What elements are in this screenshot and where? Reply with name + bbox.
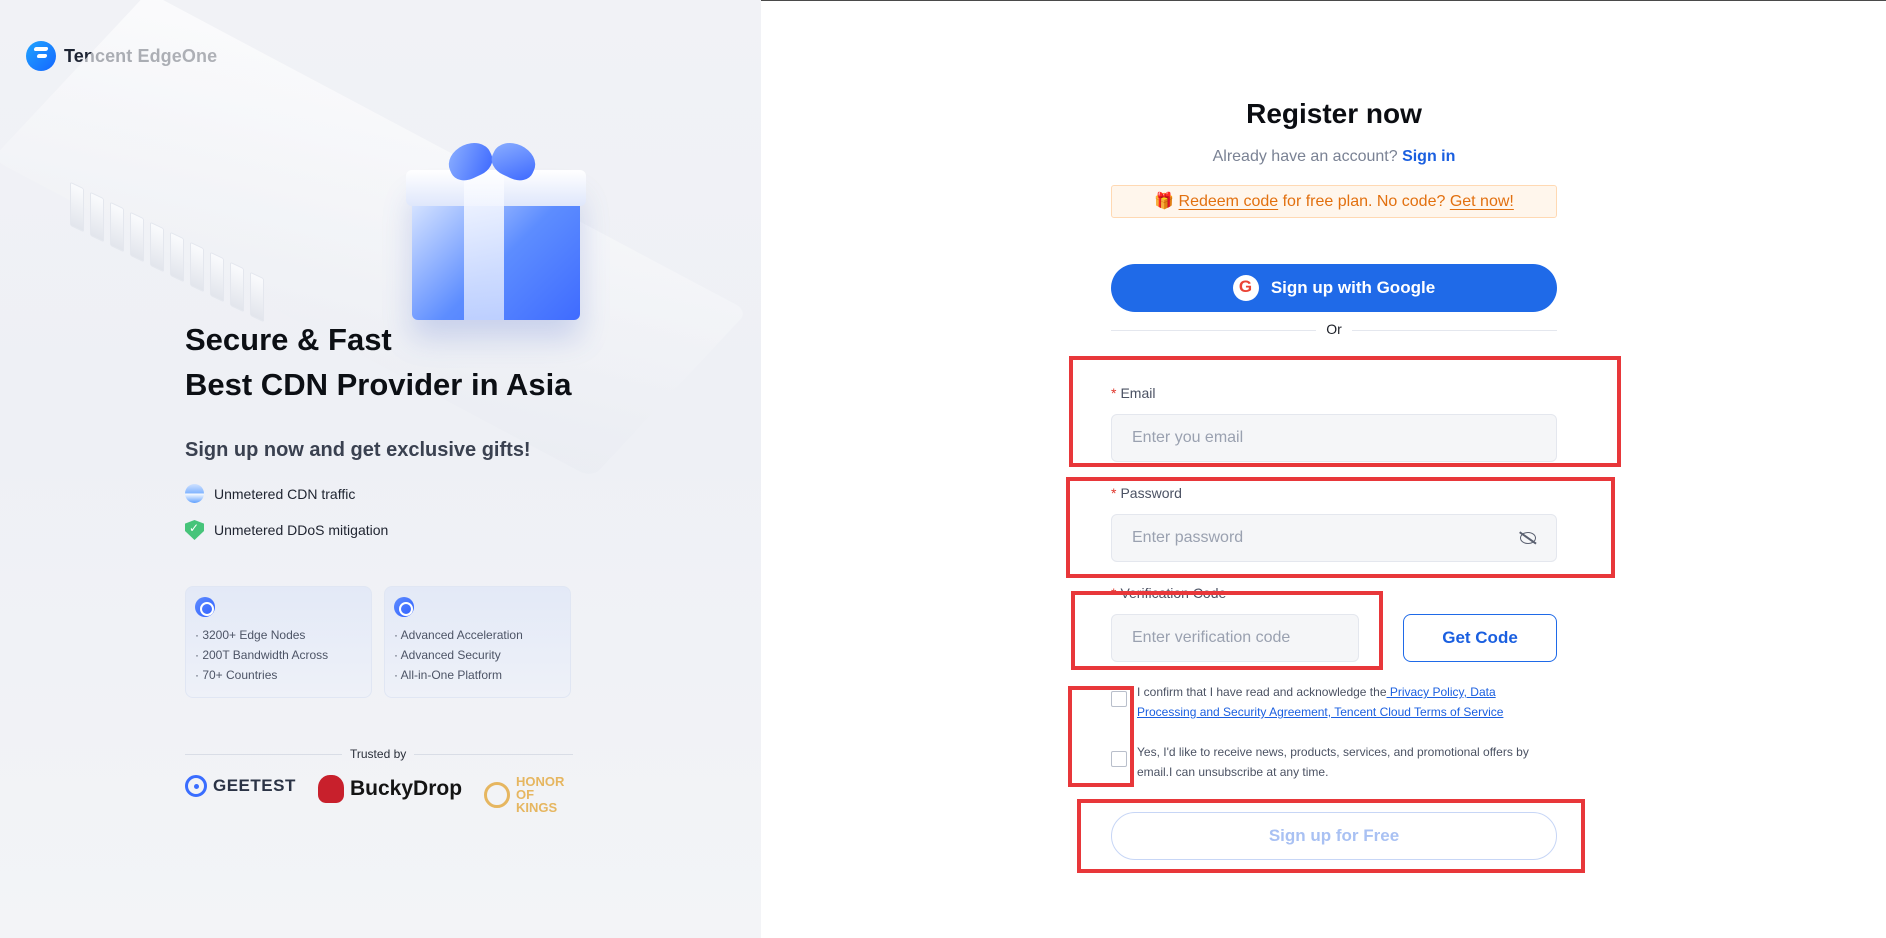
google-signup-label: Sign up with Google [1270,278,1436,297]
page-title: Register now [1246,98,1422,129]
promo-panel: Tencent EdgeOne Secure & Fast [0,0,761,938]
redeem-code-link[interactable]: Redeem code [1179,193,1279,210]
geetest-logo: GEETEST [185,775,296,797]
buckydrop-logo-text: BuckyDrop [350,777,463,800]
page-root: Tencent EdgeOne Secure & Fast [0,0,1886,938]
terms-consent-row: I confirm that I have read and acknowled… [1111,682,1557,722]
settings-gear-icon [394,597,414,617]
email-label: * Email [1111,385,1155,401]
get-now-link[interactable]: Get now! [1450,193,1514,210]
required-asterisk: * [1111,485,1117,501]
get-code-button[interactable]: Get Code [1403,614,1557,662]
feature-item-ddos: Unmetered DDoS mitigation [185,520,388,540]
terms-consent-prefix: I confirm that I have read and acknowled… [1137,685,1387,699]
card-line: · Advanced Security [394,648,501,662]
decorative-bar [250,271,264,323]
verification-code-box [1111,614,1359,662]
decorative-bar [230,261,244,313]
required-asterisk: * [1111,585,1117,601]
already-account-text: Already have an account? [1212,148,1398,165]
email-field[interactable] [1132,429,1536,447]
google-signup-button[interactable]: Sign up with Google [1111,264,1557,312]
password-field[interactable] [1132,529,1520,547]
feature-label: Unmetered DDoS mitigation [214,522,389,538]
honor-of-kings-logo: HONOR OF KINGS [484,775,570,814]
info-card-network: · 3200+ Edge Nodes · 200T Bandwidth Acro… [185,586,372,698]
marketing-consent-text: Yes, I'd like to receive news, products,… [1137,745,1529,779]
or-label: Or [1316,321,1352,337]
gift-icon: 🎁 [1154,193,1175,210]
redeem-text: for free plan. No code? [1278,193,1450,210]
geetest-logo-text: GEETEST [213,776,296,795]
terms-consent-text: I confirm that I have read and acknowled… [1137,682,1557,722]
card-line: · 3200+ Edge Nodes [195,628,306,642]
password-field-box [1111,514,1557,562]
verification-code-label: * Verification Code [1111,585,1226,601]
hero-subtitle: Sign up now and get exclusive gifts! [185,439,531,461]
card-line: · All-in-One Platform [394,668,503,682]
gift-ribbon [464,170,504,320]
hero-title: Secure & Fast Best CDN Provider in Asia [185,317,571,407]
email-field-box [1111,414,1557,462]
card-line: · 70+ Countries [195,668,278,682]
decorative-bar [170,231,184,283]
google-icon [1232,275,1259,301]
verification-code-field[interactable] [1132,629,1338,647]
decorative-bar [90,191,104,243]
gift-bow-icon [442,136,542,188]
cdn-traffic-icon [185,484,204,503]
verification-code-label-text: Verification Code [1120,585,1227,601]
password-label-text: Password [1120,485,1182,501]
terms-checkbox[interactable] [1111,691,1127,707]
honor-of-kings-logo-icon [484,781,510,808]
edgeone-logo-icon [26,41,56,71]
decorative-bar [130,211,144,263]
already-account-line: Already have an account? Sign in [1111,148,1557,166]
trusted-by-label: Trusted by [342,747,415,761]
bow-left [442,136,498,186]
gift-box-illustration [406,136,586,320]
card-line: · 200T Bandwidth Across [195,648,329,662]
geetest-logo-icon [185,775,207,797]
bow-right [486,136,542,186]
hero-title-line2: Best CDN Provider in Asia [185,367,572,402]
buckydrop-logo: BuckyDrop [318,775,462,803]
marketing-consent-row: Yes, I'd like to receive news, products,… [1111,742,1557,782]
hero-title-line1: Secure & Fast [185,322,392,357]
shield-check-icon [185,520,204,540]
card-line: · Advanced Acceleration [394,628,523,642]
globe-nodes-icon [195,597,215,617]
decorative-bar [210,251,224,303]
marketing-checkbox[interactable] [1111,751,1127,767]
eye-off-icon[interactable] [1520,532,1536,544]
redeem-banner: 🎁 Redeem code for free plan. No code? Ge… [1111,185,1557,218]
buckydrop-logo-icon [318,775,344,803]
honor-of-kings-logo-text: HONOR OF KINGS [516,774,565,815]
sign-in-link[interactable]: Sign in [1402,148,1455,165]
required-asterisk: * [1111,385,1117,401]
feature-label: Unmetered CDN traffic [214,485,356,502]
feature-item-cdn: Unmetered CDN traffic [185,484,355,503]
decorative-bar [190,241,204,293]
decorative-bar [110,201,124,253]
signup-free-button[interactable]: Sign up for Free [1111,812,1557,860]
info-card-platform: · Advanced Acceleration · Advanced Secur… [384,586,571,698]
decorative-bar [150,221,164,273]
email-label-text: Email [1120,385,1156,401]
decorative-bar [70,181,84,233]
password-label: * Password [1111,485,1182,501]
